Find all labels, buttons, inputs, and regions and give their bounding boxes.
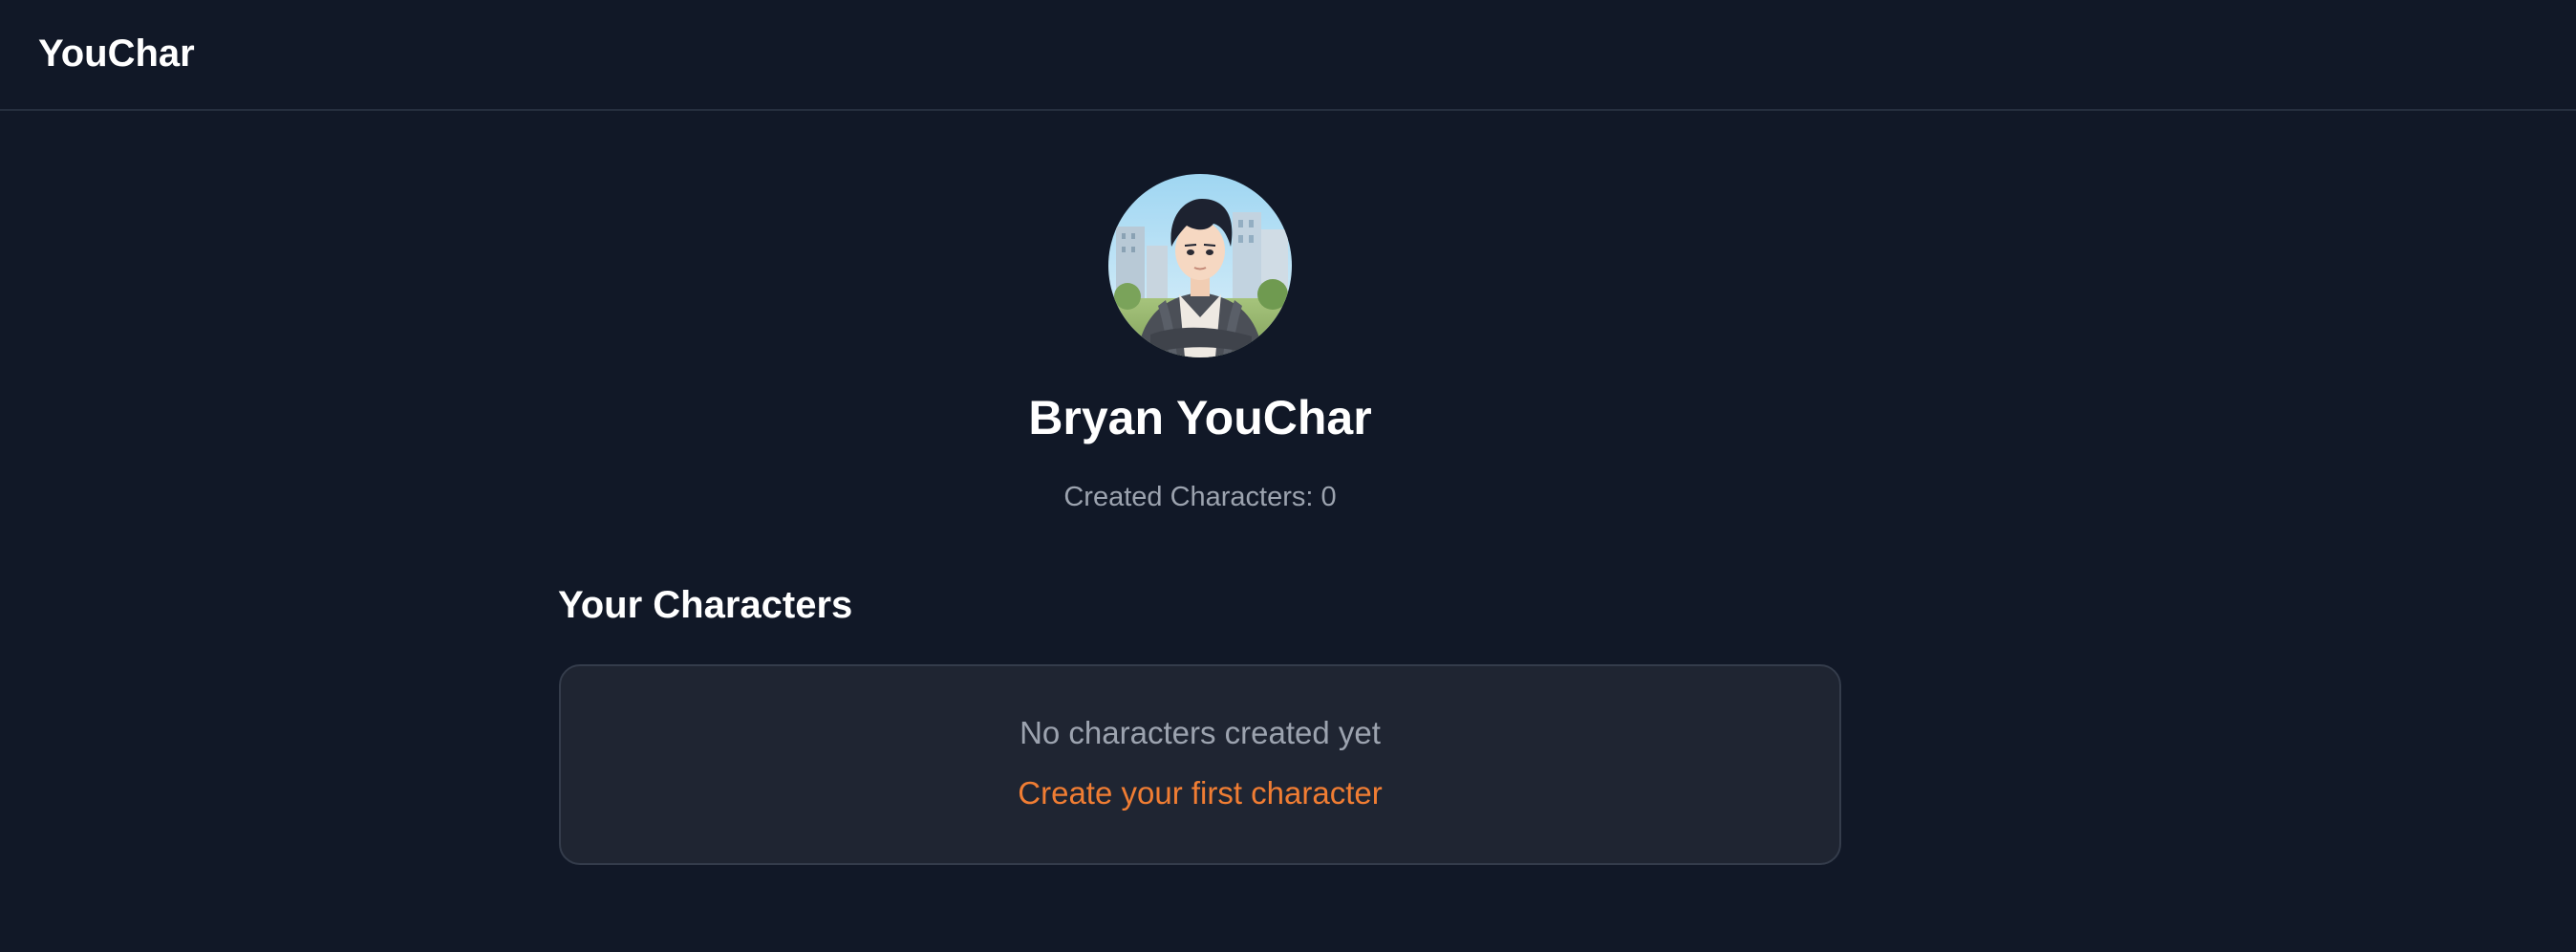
profile-name: Bryan YouChar <box>1028 391 1372 444</box>
top-navbar: YouChar <box>0 0 2576 111</box>
your-characters-heading: Your Characters <box>558 584 853 626</box>
brand-logo-text[interactable]: YouChar <box>38 29 195 78</box>
characters-empty-state-card: No characters created yet Create your fi… <box>559 664 1841 865</box>
avatar-portrait-image <box>1108 174 1292 357</box>
empty-state-message: No characters created yet <box>1020 715 1381 750</box>
profile-avatar[interactable] <box>1108 174 1292 357</box>
create-first-character-link[interactable]: Create your first character <box>561 774 1839 812</box>
created-characters-count: Created Characters: 0 <box>1063 482 1337 512</box>
